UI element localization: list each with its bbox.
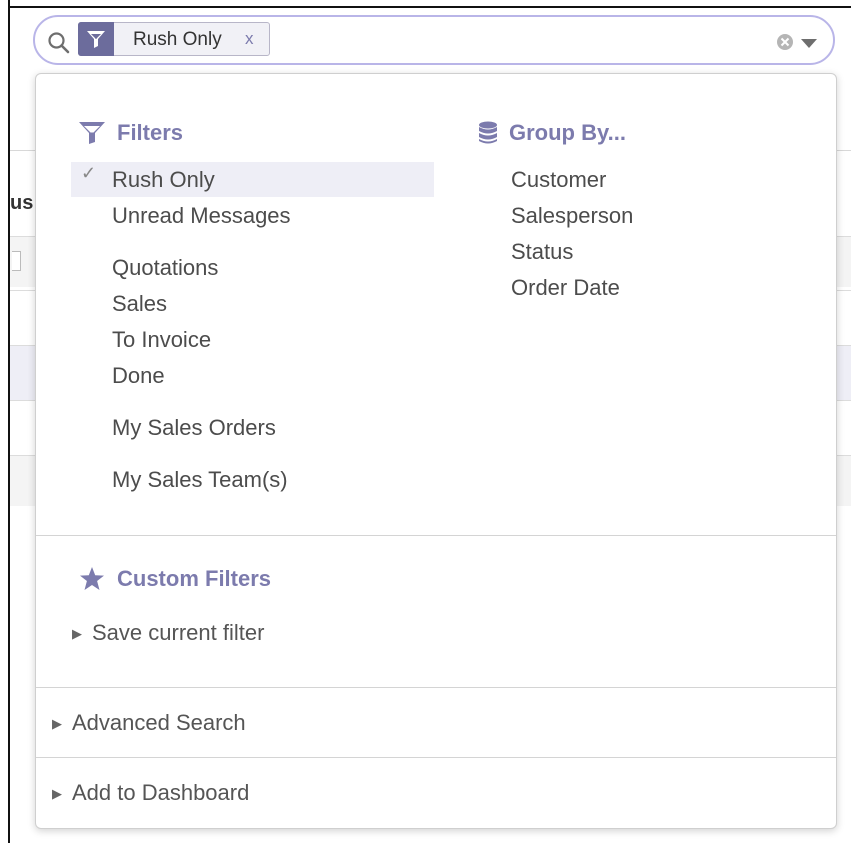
caret-down-icon[interactable] — [801, 39, 817, 49]
group-by-item-salesperson[interactable]: Salesperson — [511, 203, 633, 229]
section-divider — [36, 687, 836, 688]
custom-filters-heading: Custom Filters — [79, 566, 271, 592]
filter-item-my-sales-orders[interactable]: My Sales Orders — [112, 415, 276, 441]
filter-item-my-sales-teams[interactable]: My Sales Team(s) — [112, 467, 288, 493]
search-icon[interactable] — [47, 31, 71, 55]
triangle-right-icon: ▶ — [52, 716, 62, 731]
database-icon — [479, 121, 497, 144]
background-checkbox[interactable] — [12, 251, 21, 271]
group-by-heading: Group By... — [479, 120, 626, 146]
search-box[interactable]: Rush Only x — [33, 15, 835, 65]
add-to-dashboard-toggle[interactable]: ▶ Add to Dashboard — [52, 780, 249, 806]
save-current-filter-toggle[interactable]: ▶ Save current filter — [72, 620, 264, 646]
filter-item-quotations[interactable]: Quotations — [112, 255, 218, 281]
facet-filter-icon-box — [78, 22, 114, 56]
group-by-heading-label: Group By... — [509, 120, 626, 145]
group-by-item-customer[interactable]: Customer — [511, 167, 606, 193]
save-current-filter-label: Save current filter — [92, 620, 265, 645]
check-icon: ✓ — [81, 163, 97, 183]
filters-heading: Filters — [79, 120, 183, 146]
section-divider — [36, 535, 836, 536]
section-divider — [36, 757, 836, 758]
add-to-dashboard-label: Add to Dashboard — [72, 780, 250, 805]
clear-search-icon[interactable] — [776, 33, 794, 51]
background-column-header: us — [10, 192, 34, 214]
triangle-right-icon: ▶ — [72, 626, 82, 641]
search-options-dropdown: Filters ✓ Rush Only Unread Messages Quot… — [35, 73, 837, 829]
advanced-search-label: Advanced Search — [72, 710, 246, 735]
facet-value: Rush Only — [133, 29, 222, 50]
filter-item-done[interactable]: Done — [112, 363, 165, 389]
custom-filters-heading-label: Custom Filters — [117, 566, 272, 591]
filters-heading-label: Filters — [117, 120, 184, 145]
filter-item-unread-messages[interactable]: Unread Messages — [112, 203, 291, 229]
facet-remove-button[interactable]: x — [245, 29, 254, 49]
frame-border-top — [8, 6, 851, 8]
group-by-item-status[interactable]: Status — [511, 239, 573, 265]
funnel-icon — [87, 31, 105, 48]
triangle-right-icon: ▶ — [52, 786, 62, 801]
filter-item-rush-only[interactable]: Rush Only — [112, 167, 215, 193]
advanced-search-toggle[interactable]: ▶ Advanced Search — [52, 710, 246, 736]
search-facet: Rush Only x — [78, 22, 270, 56]
group-by-item-order-date[interactable]: Order Date — [511, 275, 620, 301]
filter-item-to-invoice[interactable]: To Invoice — [112, 327, 211, 353]
star-icon — [80, 567, 104, 590]
filter-item-sales[interactable]: Sales — [112, 291, 167, 317]
funnel-icon — [79, 122, 105, 144]
